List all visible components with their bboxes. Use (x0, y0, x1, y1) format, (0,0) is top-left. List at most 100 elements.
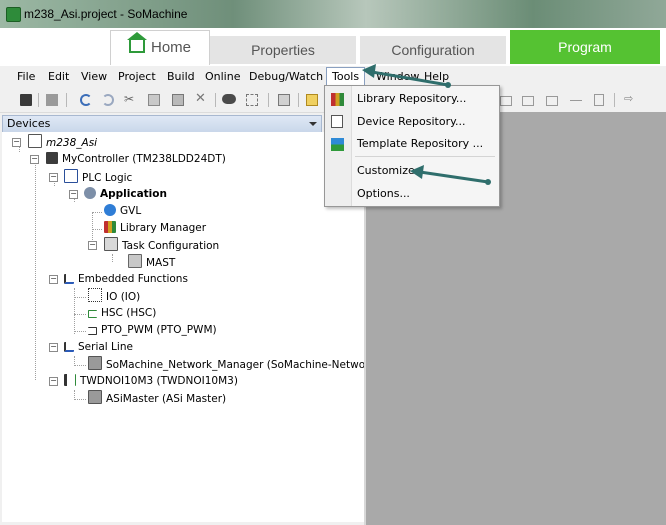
menu-window[interactable]: Window (376, 70, 419, 83)
tab-properties[interactable]: Properties (210, 36, 356, 64)
delete-icon[interactable]: ✕ (195, 91, 207, 106)
menu-build[interactable]: Build (167, 70, 195, 83)
tree-node-library-manager[interactable]: Library Manager (104, 220, 206, 236)
find-replace-icon[interactable] (246, 94, 258, 106)
toolbar-separator (38, 93, 39, 107)
ladder-contact-icon[interactable] (500, 96, 512, 106)
menu-debug-watch[interactable]: Debug/Watch (249, 70, 323, 83)
menu-online[interactable]: Online (205, 70, 240, 83)
ladder-coil-icon[interactable] (522, 96, 534, 106)
tree-node-label: HSC (HSC) (101, 307, 157, 319)
tools-menu-dropdown: Library Repository... Device Repository.… (324, 85, 500, 207)
tab-home[interactable]: Home (110, 30, 210, 65)
tree-node-plc-logic[interactable]: PLC Logic (64, 169, 132, 185)
tree-connector (35, 160, 36, 380)
tree-node-embedded-functions[interactable]: Embedded Functions (64, 271, 188, 287)
tree-node-label: Library Manager (120, 222, 207, 234)
ladder-parallel-icon[interactable] (546, 96, 558, 106)
template-icon (331, 138, 344, 151)
application-gear-icon (84, 187, 96, 199)
tab-properties-label: Properties (251, 42, 315, 58)
tree-node-label: GVL (120, 205, 142, 217)
menu-tools[interactable]: Tools (326, 67, 366, 86)
ladder-jump-icon[interactable] (594, 94, 604, 106)
task-config-icon (104, 237, 118, 251)
step-icon[interactable]: ⇨ (624, 92, 636, 105)
tree-connector (74, 399, 86, 400)
save-icon[interactable] (20, 94, 32, 106)
devices-panel-header[interactable]: Devices (2, 115, 322, 133)
tree-node-gvl[interactable]: GVL (104, 203, 141, 219)
tree-node-io[interactable]: IO (IO) (88, 288, 140, 304)
paste-icon[interactable] (172, 94, 184, 106)
menu-item-template-repository[interactable]: Template Repository ... (357, 134, 483, 154)
menu-edit[interactable]: Edit (48, 70, 69, 83)
task-icon (128, 254, 142, 268)
print-icon[interactable] (46, 94, 58, 106)
menu-item-device-repository[interactable]: Device Repository... (357, 112, 466, 132)
menu-help[interactable]: Help (424, 70, 449, 83)
tab-program-label: Program (558, 39, 612, 55)
chevron-down-icon[interactable] (309, 122, 317, 126)
ladder-branch-icon[interactable] (570, 100, 582, 102)
tree-connector (74, 331, 86, 332)
menu-project[interactable]: Project (118, 70, 156, 83)
tree-node-hsc[interactable]: HSC (HSC) (88, 305, 156, 321)
toolbar-separator (215, 93, 216, 107)
tree-connector (74, 365, 86, 366)
project-icon (28, 134, 42, 148)
tree-node-application[interactable]: Application (84, 186, 167, 202)
redo-icon[interactable] (102, 94, 114, 106)
module-icon (64, 374, 76, 386)
tree-node-serial-line[interactable]: Serial Line (64, 339, 133, 355)
tree-node-project[interactable]: m238_Asi (28, 134, 97, 150)
tree-node-label: SoMachine_Network_Manager (SoMachine-Net… (106, 359, 370, 371)
tree-node-label: m238_Asi (46, 137, 98, 149)
tree-collapse-toggle[interactable]: − (49, 275, 58, 284)
tree-node-label: PTO_PWM (PTO_PWM) (101, 324, 217, 336)
tree-node-asimaster[interactable]: ASiMaster (ASi Master) (88, 390, 226, 406)
tree-node-label: Embedded Functions (78, 273, 188, 285)
tree-node-network-manager[interactable]: SoMachine_Network_Manager (SoMachine-Net… (88, 356, 369, 372)
tree-connector (74, 314, 86, 315)
toolbar-separator (298, 93, 299, 107)
tree-node-mast[interactable]: MAST (128, 254, 175, 270)
tree-collapse-toggle[interactable]: − (49, 343, 58, 352)
find-icon[interactable] (222, 94, 236, 104)
tree-node-task-configuration[interactable]: Task Configuration (104, 237, 219, 253)
title-bar: m238_Asi.project - SoMachine (0, 0, 666, 28)
somachine-app-icon (6, 7, 21, 22)
tree-node-label: Task Configuration (122, 240, 220, 252)
window-icon[interactable] (278, 94, 290, 106)
cut-icon[interactable]: ✂ (124, 92, 136, 106)
plc-logic-icon (64, 169, 78, 183)
tree-node-controller[interactable]: MyController (TM238LDD24DT) (46, 151, 226, 167)
tree-node-label: ASiMaster (ASi Master) (106, 393, 227, 405)
undo-icon[interactable] (80, 94, 92, 106)
menu-view[interactable]: View (81, 70, 107, 83)
tree-collapse-toggle[interactable]: − (49, 173, 58, 182)
tree-node-label: MAST (146, 257, 176, 269)
tree-collapse-toggle[interactable]: − (30, 155, 39, 164)
menu-item-customize[interactable]: Customize... (357, 161, 425, 181)
toolbar-separator (66, 93, 67, 107)
tree-collapse-toggle[interactable]: − (12, 138, 21, 147)
tree-node-twdnoi10m3[interactable]: TWDNOI10M3 (TWDNOI10M3) (64, 373, 238, 389)
tree-node-label: IO (IO) (106, 291, 141, 303)
menu-file[interactable]: File (17, 70, 35, 83)
tree-collapse-toggle[interactable]: − (49, 377, 58, 386)
io-icon (88, 288, 102, 302)
tree-collapse-toggle[interactable]: − (88, 241, 97, 250)
tab-configuration[interactable]: Configuration (360, 36, 506, 64)
tab-program[interactable]: Program (510, 30, 660, 64)
tree-connector (74, 356, 75, 364)
menu-bar: File Edit View Project Build Online Debu… (0, 66, 666, 87)
tree-node-pto-pwm[interactable]: PTO_PWM (PTO_PWM) (88, 322, 217, 338)
tree-collapse-toggle[interactable]: − (69, 190, 78, 199)
menu-item-options[interactable]: Options... (357, 184, 410, 204)
menu-item-library-repository[interactable]: Library Repository... (357, 89, 466, 109)
copy-icon[interactable] (148, 94, 160, 106)
tree-node-label: Application (100, 188, 167, 200)
new-object-icon[interactable] (306, 94, 318, 106)
toolbar-separator (614, 93, 615, 107)
